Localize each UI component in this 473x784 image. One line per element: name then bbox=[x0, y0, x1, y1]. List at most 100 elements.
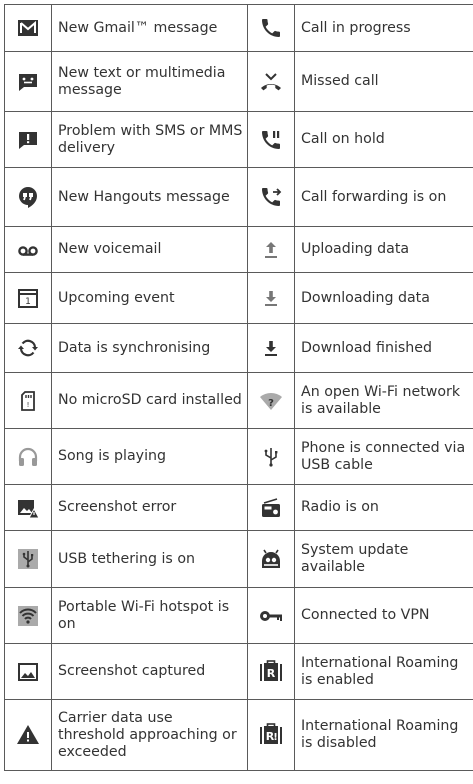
missed-call-icon bbox=[259, 70, 283, 94]
sms-problem-icon bbox=[16, 128, 40, 152]
list-item: Download finished bbox=[294, 323, 473, 373]
table-row: New Gmail™ message Call in progress bbox=[4, 4, 473, 52]
voicemail-icon bbox=[16, 238, 40, 262]
list-item: International Roaming is enabled bbox=[294, 643, 473, 700]
wifi-hotspot-icon bbox=[16, 604, 40, 628]
svg-text:!: ! bbox=[27, 401, 30, 409]
list-item: New Gmail™ message bbox=[51, 4, 248, 52]
table-row: Data is synchronising Download finished bbox=[4, 323, 473, 373]
svg-text:?: ? bbox=[268, 398, 274, 409]
table-row: New text or multimedia message Missed ca… bbox=[4, 51, 473, 112]
icon-cell bbox=[247, 167, 295, 227]
hangouts-icon bbox=[16, 185, 40, 209]
icon-cell bbox=[4, 484, 52, 531]
list-item: Upcoming event bbox=[51, 272, 248, 324]
list-item: International Roaming is disabled bbox=[294, 699, 473, 771]
icon-cell bbox=[247, 111, 295, 168]
table-row: New Hangouts message Call forwarding is … bbox=[4, 167, 473, 227]
vpn-key-icon bbox=[259, 604, 283, 628]
list-item: Portable Wi-Fi hotspot is on bbox=[51, 587, 248, 644]
list-item: Phone is connected via USB cable bbox=[294, 428, 473, 485]
table-row: Problem with SMS or MMS delivery Call on… bbox=[4, 111, 473, 168]
system-update-icon bbox=[259, 547, 283, 571]
list-item: System update available bbox=[294, 530, 473, 588]
list-item: Screenshot error bbox=[51, 484, 248, 531]
list-item: Carrier data use threshold approaching o… bbox=[51, 699, 248, 771]
table-row: USB tethering is on System update availa… bbox=[4, 530, 473, 588]
table-row: Screenshot error Radio is on bbox=[4, 484, 473, 531]
svg-text:1: 1 bbox=[25, 297, 31, 307]
list-item: Screenshot captured bbox=[51, 643, 248, 700]
table-row: Portable Wi-Fi hotspot is on Connected t… bbox=[4, 587, 473, 644]
download-finished-icon bbox=[259, 336, 283, 360]
icon-cell bbox=[4, 699, 52, 771]
icon-cell: R! bbox=[247, 699, 295, 771]
icon-cell bbox=[4, 111, 52, 168]
sync-icon bbox=[16, 336, 40, 360]
usb-tethering-icon bbox=[16, 547, 40, 571]
call-on-hold-icon bbox=[259, 128, 283, 152]
usb-icon bbox=[259, 445, 283, 469]
svg-text:R: R bbox=[267, 667, 276, 680]
radio-icon bbox=[259, 496, 283, 520]
icon-cell: ? bbox=[247, 372, 295, 429]
list-item: Call on hold bbox=[294, 111, 473, 168]
icon-cell bbox=[4, 323, 52, 373]
list-item: Radio is on bbox=[294, 484, 473, 531]
call-forwarding-icon bbox=[259, 185, 283, 209]
list-item: No microSD card installed bbox=[51, 372, 248, 429]
list-item: An open Wi-Fi network is available bbox=[294, 372, 473, 429]
icon-cell bbox=[4, 428, 52, 485]
headphones-icon bbox=[16, 445, 40, 469]
notification-icons-table: New Gmail™ message Call in progress New … bbox=[4, 4, 473, 771]
icon-cell bbox=[247, 272, 295, 324]
icon-cell: ! bbox=[4, 372, 52, 429]
list-item: Call forwarding is on bbox=[294, 167, 473, 227]
icon-cell bbox=[247, 428, 295, 485]
icon-cell bbox=[247, 484, 295, 531]
icon-cell bbox=[247, 4, 295, 52]
icon-cell bbox=[4, 530, 52, 588]
screenshot-error-icon bbox=[16, 496, 40, 520]
table-row: 1 Upcoming event Downloading data bbox=[4, 272, 473, 324]
table-row: Screenshot captured R International Roam… bbox=[4, 643, 473, 700]
table-row: Song is playing Phone is connected via U… bbox=[4, 428, 473, 485]
icon-cell bbox=[247, 226, 295, 273]
table-row: ! No microSD card installed ? An open Wi… bbox=[4, 372, 473, 429]
icon-cell: 1 bbox=[4, 272, 52, 324]
calendar-event-icon: 1 bbox=[16, 286, 40, 310]
list-item: Song is playing bbox=[51, 428, 248, 485]
open-wifi-icon: ? bbox=[259, 389, 283, 413]
list-item: New Hangouts message bbox=[51, 167, 248, 227]
icon-cell bbox=[247, 51, 295, 112]
icon-cell bbox=[4, 51, 52, 112]
icon-cell bbox=[4, 643, 52, 700]
icon-cell bbox=[247, 587, 295, 644]
list-item: Data is synchronising bbox=[51, 323, 248, 373]
icon-cell bbox=[4, 167, 52, 227]
icon-cell bbox=[4, 226, 52, 273]
no-sd-card-icon: ! bbox=[16, 389, 40, 413]
list-item: Connected to VPN bbox=[294, 587, 473, 644]
list-item: USB tethering is on bbox=[51, 530, 248, 588]
upload-icon bbox=[259, 238, 283, 262]
list-item: Call in progress bbox=[294, 4, 473, 52]
roaming-enabled-icon: R bbox=[259, 659, 283, 684]
download-icon bbox=[259, 286, 283, 310]
icon-cell bbox=[4, 587, 52, 644]
svg-text:!: ! bbox=[273, 732, 278, 743]
warning-triangle-icon bbox=[16, 723, 40, 747]
table-row: New voicemail Uploading data bbox=[4, 226, 473, 273]
icon-cell bbox=[247, 323, 295, 373]
icon-cell: R bbox=[247, 643, 295, 700]
list-item: Problem with SMS or MMS delivery bbox=[51, 111, 248, 168]
list-item: Downloading data bbox=[294, 272, 473, 324]
list-item: Missed call bbox=[294, 51, 473, 112]
list-item: Uploading data bbox=[294, 226, 473, 273]
gmail-envelope-icon bbox=[16, 16, 40, 40]
phone-call-icon bbox=[259, 16, 283, 40]
icon-cell bbox=[4, 4, 52, 52]
screenshot-captured-icon bbox=[16, 660, 40, 684]
list-item: New voicemail bbox=[51, 226, 248, 273]
table-row: Carrier data use threshold approaching o… bbox=[4, 699, 473, 771]
